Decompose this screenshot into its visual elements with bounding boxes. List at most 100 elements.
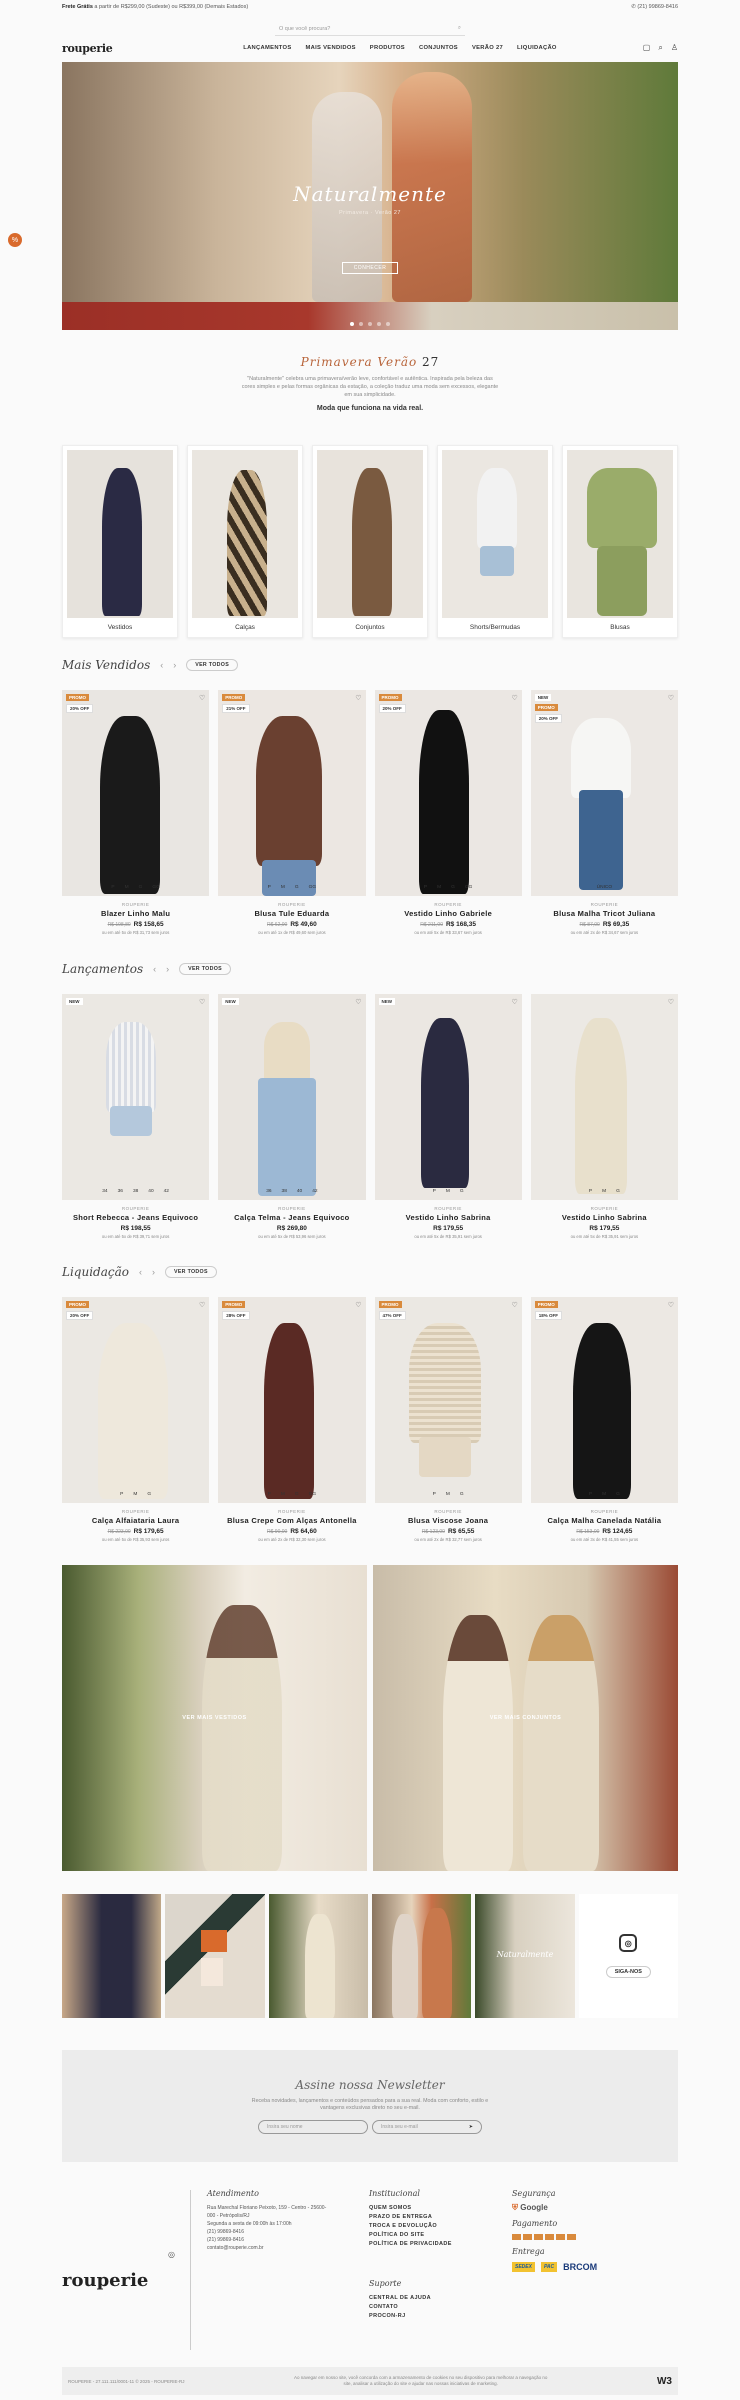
product-card[interactable]: ♡ PMG ROUPERIE Vestido Linho Sabrina R$ …	[530, 994, 678, 1239]
newsletter-email-field[interactable]: Insira seu e-mail ➤	[372, 2120, 482, 2134]
product-name[interactable]: Calça Malha Canelada Natália	[531, 1516, 678, 1525]
arrow-left-icon[interactable]: ‹	[153, 964, 156, 974]
size-options[interactable]: 36 38 40 42	[218, 1189, 365, 1194]
site-logo[interactable]: rouperie	[62, 42, 162, 55]
product-name[interactable]: Blusa Malha Tricot Juliana	[531, 909, 678, 918]
heart-icon[interactable]: ♡	[511, 1301, 517, 1309]
send-icon[interactable]: ➤	[469, 2124, 473, 2130]
product-name[interactable]: Blusa Crepe Com Alças Antonella	[218, 1516, 365, 1525]
product-card[interactable]: PROMO 20% OFF ♡ P M G GG ROUPERIE Blazer Li…	[62, 690, 210, 935]
instagram-icon[interactable]: ◎	[168, 2250, 175, 2259]
arrow-right-icon[interactable]: ›	[166, 964, 169, 974]
follow-label[interactable]: SIGA-NOS	[605, 1966, 651, 1978]
size-options[interactable]: 34 36 38 40 42	[62, 1189, 209, 1194]
developer-logo[interactable]: W3	[657, 2376, 672, 2387]
category-card-blusas[interactable]: Blusas	[562, 445, 678, 638]
footer-logo[interactable]: rouperie	[62, 2270, 148, 2291]
instagram-follow[interactable]: ◎ SIGA-NOS	[578, 1894, 678, 2018]
category-card-shorts[interactable]: Shorts/Bermudas	[437, 445, 553, 638]
footer-link[interactable]: POLÍTICA DO SITE	[369, 2231, 489, 2240]
footer-link[interactable]: PRAZO DE ENTREGA	[369, 2213, 489, 2222]
side-tab-icon[interactable]: %	[8, 233, 22, 247]
arrow-right-icon[interactable]: ›	[173, 660, 176, 670]
product-name[interactable]: Blusa Viscose Joana	[375, 1516, 522, 1525]
heart-icon[interactable]: ♡	[355, 1301, 361, 1309]
size-options[interactable]: PMG	[531, 1492, 678, 1497]
instagram-icon[interactable]: ◎	[619, 1934, 638, 1952]
arrow-left-icon[interactable]: ‹	[160, 660, 163, 670]
banner-vestidos[interactable]: VER MAIS VESTIDOS	[62, 1565, 367, 1871]
product-card[interactable]: NEW PROMO 20% OFF ♡ ÚNICO ROUPERIE Blusa…	[530, 690, 678, 935]
heart-icon[interactable]: ♡	[668, 694, 674, 702]
product-card[interactable]: PROMO 47% OFF ♡ PMG ROUPERIE Blusa Visco…	[374, 1297, 522, 1542]
product-name[interactable]: Calça Telma - Jeans Equivoco	[218, 1213, 365, 1222]
see-all-button[interactable]: VER TODOS	[186, 659, 239, 671]
instagram-post[interactable]	[371, 1894, 472, 2018]
search-icon[interactable]: ⌕	[458, 25, 461, 32]
size-options[interactable]: P M G GG	[62, 885, 209, 890]
whatsapp[interactable]: (21) 99869-8416	[207, 2236, 327, 2244]
footer-link[interactable]: CONTATO	[369, 2303, 489, 2312]
see-all-button[interactable]: VER TODOS	[165, 1266, 217, 1278]
size-options[interactable]: PMG	[375, 1189, 522, 1194]
footer-link[interactable]: QUEM SOMOS	[369, 2204, 489, 2213]
phone[interactable]: (21) 99869-8416	[207, 2228, 327, 2236]
see-all-button[interactable]: VER TODOS	[179, 963, 231, 975]
instagram-post[interactable]	[62, 1894, 162, 2018]
instagram-post[interactable]	[165, 1894, 265, 2018]
search-icon[interactable]: ⌕	[658, 43, 662, 53]
product-card[interactable]: PROMO 28% OFF ♡ P M G GG ROUPERIE Blusa Cre…	[218, 1297, 366, 1542]
size-options[interactable]: PMG	[62, 1492, 209, 1497]
footer-link[interactable]: CENTRAL DE AJUDA	[369, 2294, 489, 2303]
cart-icon[interactable]: ▢	[643, 43, 651, 53]
instagram-post[interactable]: Naturalmente	[475, 1894, 575, 2018]
heart-icon[interactable]: ♡	[668, 1301, 674, 1309]
product-card[interactable]: PROMO 20% OFF ♡ PMG ROUPERIE Calça Alfai…	[62, 1297, 210, 1542]
product-card[interactable]: PROMO 21% OFF ♡ P M G GG ROUPERIE Blusa Tul…	[218, 690, 366, 935]
nav-item-produtos[interactable]: PRODUTOS	[370, 45, 405, 51]
product-name[interactable]: Blazer Linho Malu	[62, 909, 209, 918]
size-options[interactable]: P M G GG	[218, 885, 365, 890]
product-name[interactable]: Vestido Linho Sabrina	[375, 1213, 522, 1222]
heart-icon[interactable]: ♡	[511, 694, 517, 702]
footer-link[interactable]: POLÍTICA DE PRIVACIDADE	[369, 2240, 489, 2249]
banner-conjuntos[interactable]: VER MAIS CONJUNTOS	[373, 1565, 678, 1871]
user-icon[interactable]: ♙	[671, 43, 678, 53]
category-card-calcas[interactable]: Calças	[187, 445, 303, 638]
banner-label[interactable]: VER MAIS CONJUNTOS	[373, 1715, 678, 1721]
hero-banner[interactable]: Naturalmente Primavera · Verão 27 CONHEC…	[62, 62, 678, 330]
footer-link[interactable]: TROCA E DEVOLUÇÃO	[369, 2222, 489, 2231]
product-card[interactable]: NEW ♡ PMG ROUPERIE Vestido Linho Sabrina…	[374, 994, 522, 1239]
carousel-dots[interactable]	[62, 322, 678, 326]
product-name[interactable]: Vestido Linho Gabriele	[375, 909, 522, 918]
category-card-conjuntos[interactable]: Conjuntos	[312, 445, 428, 638]
size-options[interactable]: PMG	[375, 1492, 522, 1497]
nav-item-mais-vendidos[interactable]: MAIS VENDIDOS	[306, 45, 356, 51]
nav-item-verao[interactable]: VERÃO 27	[472, 45, 503, 51]
heart-icon[interactable]: ♡	[199, 694, 205, 702]
size-options[interactable]: P M G GG	[218, 1492, 365, 1497]
heart-icon[interactable]: ♡	[199, 1301, 205, 1309]
heart-icon[interactable]: ♡	[511, 998, 517, 1006]
instagram-post[interactable]	[268, 1894, 368, 2018]
product-name[interactable]: Vestido Linho Sabrina	[531, 1213, 678, 1222]
product-card[interactable]: PROMO 20% OFF ♡ P M G GG ROUPERIE Vestido L…	[374, 690, 522, 935]
size-options[interactable]: PMG	[531, 1189, 678, 1194]
size-options[interactable]: ÚNICO	[531, 885, 678, 890]
size-options[interactable]: P M G GG	[375, 885, 522, 890]
product-name[interactable]: Blusa Tule Eduarda	[218, 909, 365, 918]
heart-icon[interactable]: ♡	[355, 694, 361, 702]
product-card[interactable]: PROMO 18% OFF ♡ PMG ROUPERIE Calça Malha…	[530, 1297, 678, 1542]
banner-label[interactable]: VER MAIS VESTIDOS	[62, 1715, 367, 1721]
nav-item-conjuntos[interactable]: CONJUNTOS	[419, 45, 458, 51]
email[interactable]: contato@rouperie.com.br	[207, 2244, 327, 2252]
category-card-vestidos[interactable]: Vestidos	[62, 445, 178, 638]
heart-icon[interactable]: ♡	[199, 998, 205, 1006]
hero-cta-button[interactable]: CONHECER	[342, 262, 398, 274]
product-card[interactable]: NEW ♡ 34 36 38 40 42 ROUPERIE Short Rebecca …	[62, 994, 210, 1239]
newsletter-name-field[interactable]: Insira seu nome	[258, 2120, 368, 2134]
search-input[interactable]: O que você procura? ⌕	[275, 22, 465, 36]
arrow-left-icon[interactable]: ‹	[139, 1267, 142, 1277]
phone-contact[interactable]: ✆ (21) 99869-8416	[631, 4, 678, 10]
arrow-right-icon[interactable]: ›	[152, 1267, 155, 1277]
